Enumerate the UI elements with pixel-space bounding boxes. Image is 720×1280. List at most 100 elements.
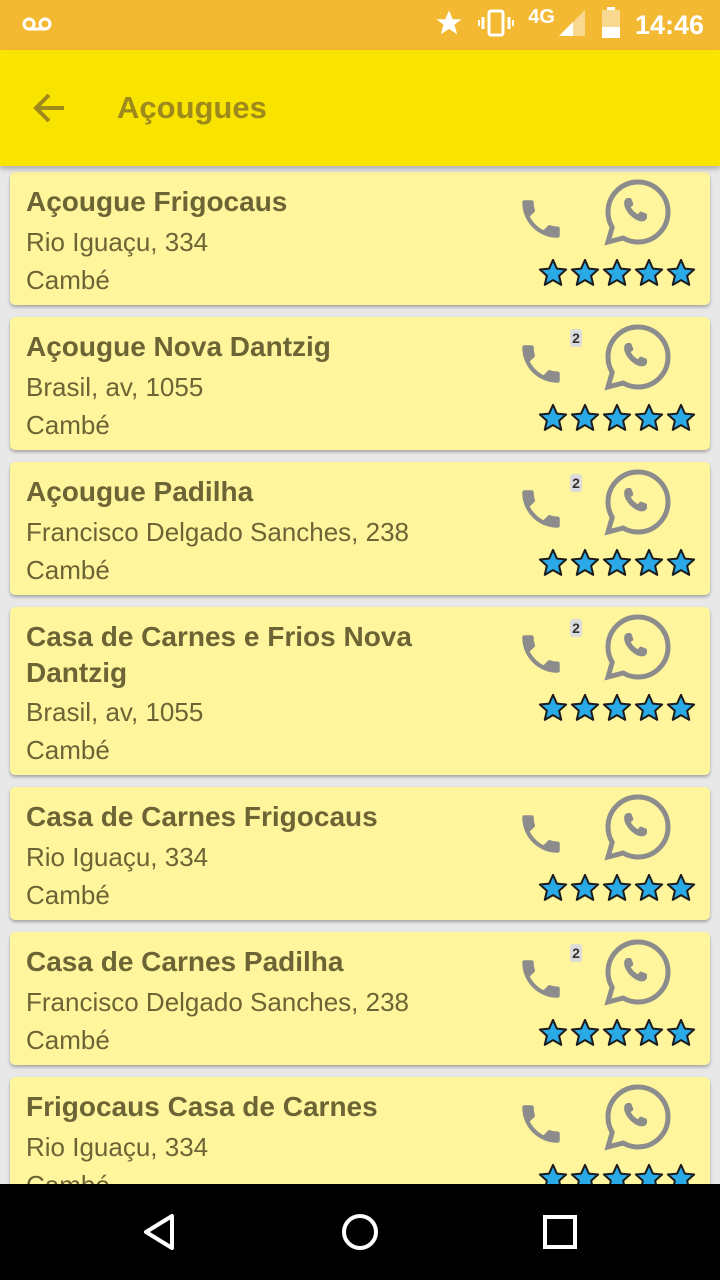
star-icon	[602, 693, 632, 728]
rating-stars	[538, 873, 696, 908]
star-icon	[634, 548, 664, 583]
star-icon	[602, 258, 632, 293]
listing-city: Cambé	[26, 735, 110, 765]
star-icon	[570, 693, 600, 728]
star-icon	[570, 1018, 600, 1053]
star-icon	[634, 1018, 664, 1053]
star-icon	[538, 873, 568, 908]
listing-card[interactable]: Casa de Carnes Padilha Francisco Delgado …	[10, 932, 710, 1065]
star-icon	[538, 1163, 568, 1184]
network-type: 4G	[528, 5, 555, 28]
listing-card[interactable]: Açougue Nova Dantzig Brasil, av, 1055 Camb…	[10, 317, 710, 450]
page-title: Açougues	[117, 90, 267, 125]
whatsapp-icon[interactable]	[604, 938, 672, 1006]
phone-icon[interactable]	[516, 954, 566, 1004]
clock: 14:46	[634, 9, 704, 40]
star-icon	[602, 548, 632, 583]
listing-address: Brasil, av, 1055	[26, 697, 204, 727]
star-icon	[666, 403, 696, 438]
star-icon	[538, 548, 568, 583]
phone-icon[interactable]	[516, 629, 566, 679]
home-circle-icon[interactable]	[340, 1212, 380, 1252]
star-icon	[602, 403, 632, 438]
voicemail-icon	[22, 13, 52, 40]
battery-icon	[601, 6, 621, 44]
rating-stars	[538, 1163, 696, 1184]
listing-city: Cambé	[26, 555, 110, 585]
rating-stars	[538, 258, 696, 293]
listing-name: Açougue Nova Dantzig	[26, 331, 331, 362]
listing-name: Casa de Carnes Frigocaus	[26, 801, 378, 832]
listing-name: Casa de Carnes e Frios Nova Dantzig	[26, 621, 412, 688]
signal-icon	[557, 8, 587, 43]
whatsapp-icon[interactable]	[604, 178, 672, 246]
rating-stars	[538, 1018, 696, 1053]
star-icon	[570, 873, 600, 908]
whatsapp-icon[interactable]	[604, 793, 672, 861]
star-icon	[634, 873, 664, 908]
listing-city: Cambé	[26, 1168, 110, 1184]
star-icon	[634, 1163, 664, 1184]
star-icon	[602, 873, 632, 908]
vibrate-icon	[478, 8, 515, 43]
phone-count-badge: 2	[570, 329, 582, 347]
listing-address: Francisco Delgado Sanches, 238	[26, 987, 410, 1017]
listing-name: Casa de Carnes Padilha	[26, 946, 344, 977]
phone-icon[interactable]	[516, 809, 566, 859]
rating-stars	[538, 548, 696, 583]
listing-address: Rio Iguaçu, 334	[26, 1132, 209, 1162]
app-bar: Açougues	[0, 50, 720, 166]
star-icon	[570, 258, 600, 293]
listing-card[interactable]: Frigocaus Casa de Carnes Rio Iguaçu, 334 C…	[10, 1077, 710, 1184]
star-icon	[666, 693, 696, 728]
phone-count-badge: 2	[570, 619, 582, 637]
star-icon	[602, 1018, 632, 1053]
listing-name: Açougue Padilha	[26, 476, 254, 507]
listing-card[interactable]: Açougue Frigocaus Rio Iguaçu, 334 Cambé	[10, 172, 710, 305]
star-icon	[538, 403, 568, 438]
listing-name: Frigocaus Casa de Carnes	[26, 1091, 378, 1122]
listing-address: Rio Iguaçu, 334	[26, 842, 209, 872]
star-icon	[538, 258, 568, 293]
whatsapp-icon[interactable]	[604, 613, 672, 681]
star-icon	[538, 1018, 568, 1053]
listing-city: Cambé	[26, 265, 110, 295]
star-icon	[570, 1163, 600, 1184]
listing-card[interactable]: Açougue Padilha Francisco Delgado Sanches…	[10, 462, 710, 595]
phone-count-badge: 2	[570, 474, 582, 492]
star-icon	[666, 258, 696, 293]
whatsapp-icon[interactable]	[604, 1083, 672, 1151]
status-bar: 4G 14:46	[0, 0, 720, 50]
back-arrow-icon[interactable]	[30, 88, 70, 128]
phone-icon[interactable]	[516, 194, 566, 244]
star-icon	[666, 873, 696, 908]
star-icon	[602, 1163, 632, 1184]
rating-stars	[538, 403, 696, 438]
listing-card[interactable]: Casa de Carnes e Frios Nova Dantzig Brasi…	[10, 607, 710, 775]
phone-count-badge: 2	[570, 944, 582, 962]
star-icon	[538, 693, 568, 728]
phone-icon[interactable]	[516, 484, 566, 534]
listing-list[interactable]: Açougue Frigocaus Rio Iguaçu, 334 Cambé Aço…	[0, 166, 720, 1184]
listing-name: Açougue Frigocaus	[26, 186, 288, 217]
star-icon	[634, 258, 664, 293]
whatsapp-icon[interactable]	[604, 468, 672, 536]
phone-icon[interactable]	[516, 1099, 566, 1149]
recents-square-icon[interactable]	[540, 1212, 580, 1252]
navigation-bar	[0, 1184, 720, 1280]
phone-icon[interactable]	[516, 339, 566, 389]
listing-city: Cambé	[26, 1025, 110, 1055]
star-icon	[434, 8, 464, 43]
back-triangle-icon[interactable]	[140, 1212, 180, 1252]
listing-city: Cambé	[26, 410, 110, 440]
listing-address: Rio Iguaçu, 334	[26, 227, 209, 257]
rating-stars	[538, 693, 696, 728]
listing-card[interactable]: Casa de Carnes Frigocaus Rio Iguaçu, 334 C…	[10, 787, 710, 920]
listing-city: Cambé	[26, 880, 110, 910]
star-icon	[666, 1163, 696, 1184]
whatsapp-icon[interactable]	[604, 323, 672, 391]
star-icon	[570, 548, 600, 583]
star-icon	[570, 403, 600, 438]
listing-address: Brasil, av, 1055	[26, 372, 204, 402]
star-icon	[666, 548, 696, 583]
